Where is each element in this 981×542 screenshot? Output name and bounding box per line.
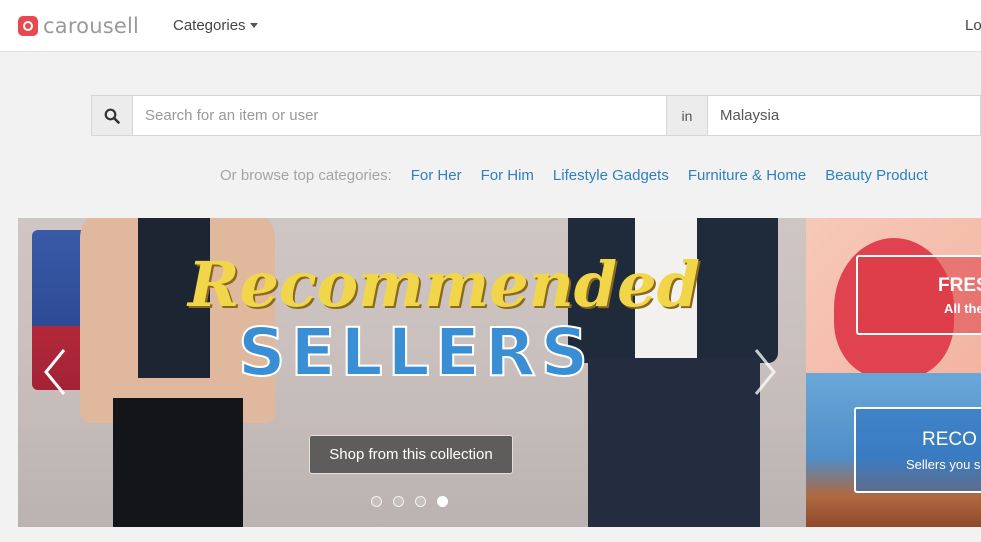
location-select[interactable]: Malaysia [708,96,980,135]
top-header: carousell Categories Lo [0,0,981,52]
promo-card: FRES All the [856,255,981,335]
promo-subtitle: Sellers you s [906,457,981,472]
search-icon [104,108,120,124]
banner-photo-man-jeans [588,358,760,527]
promo-card: RECO Sellers you s [854,407,981,493]
categories-menu[interactable]: Categories [173,17,258,34]
top-categories-row: Or browse top categories: For Her For Hi… [220,167,947,184]
browse-label: Or browse top categories: [220,167,392,184]
promo-title: FRES [938,275,981,296]
side-promo-recommended[interactable]: RECO Sellers you s [806,373,981,527]
in-label: in [666,96,708,135]
chevron-right-icon[interactable] [748,346,780,398]
chevron-down-icon [249,23,258,28]
shop-collection-button[interactable]: Shop from this collection [309,435,513,474]
category-link-for-her[interactable]: For Her [411,167,462,184]
category-link-lifestyle-gadgets[interactable]: Lifestyle Gadgets [553,167,669,184]
logo-text: carousell [43,14,140,38]
search-bar: in Malaysia [91,95,981,136]
login-link[interactable]: Lo [965,17,981,34]
carousell-logo[interactable]: carousell [18,14,139,38]
promo-title: RECO [922,429,977,450]
carousell-logo-icon [18,16,38,36]
carousel-dot[interactable] [371,496,382,507]
carousel-dot[interactable] [415,496,426,507]
hero-carousel[interactable]: Recommended SELLERS Shop from this colle… [18,218,806,527]
carousel-dot[interactable] [393,496,404,507]
promo-subtitle: All the [944,301,981,316]
side-promo-fresh[interactable]: FRES All the [806,218,981,373]
category-link-furniture-home[interactable]: Furniture & Home [688,167,806,184]
carousel-dots [371,496,448,507]
carousel-dot-active[interactable] [437,496,448,507]
categories-label: Categories [173,17,246,34]
category-link-for-him[interactable]: For Him [481,167,534,184]
search-button[interactable] [92,96,133,135]
chevron-left-icon[interactable] [40,346,72,398]
banner-photo-woman-legs [113,398,243,527]
banner-title-main: SELLERS [237,313,594,392]
category-link-beauty-product[interactable]: Beauty Product [825,167,928,184]
banner-title-script: Recommended [188,248,700,321]
search-input[interactable] [133,96,666,135]
